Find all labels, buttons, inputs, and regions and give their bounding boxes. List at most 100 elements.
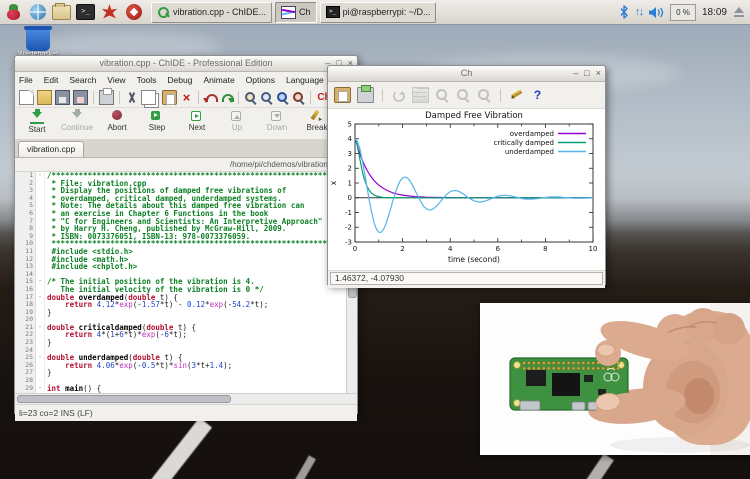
file-manager-icon[interactable] [51, 2, 72, 23]
tab-vibration-cpp[interactable]: vibration.cpp [18, 141, 85, 157]
delete-icon[interactable]: × [180, 91, 193, 104]
toolbar-separator [382, 88, 383, 102]
taskbar-button-ch[interactable]: Ch [275, 1, 317, 23]
maximize-icon[interactable]: □ [584, 66, 589, 81]
wolfram-icon[interactable] [123, 2, 144, 23]
network-updown-icon[interactable]: ↑↓ [635, 6, 644, 18]
ch-titlebar[interactable]: Ch – □ × [328, 66, 605, 82]
clock[interactable]: 18:09 [702, 7, 727, 18]
fold-marker [36, 256, 44, 264]
fold-marker[interactable]: - [36, 172, 44, 180]
menu-options[interactable]: Options [246, 75, 275, 85]
paste-icon[interactable] [162, 89, 177, 105]
chide-menubar: File Edit Search View Tools Debug Animate Optio… [15, 72, 357, 87]
pen-icon[interactable] [509, 88, 524, 102]
debug-next-button[interactable]: Next [177, 109, 217, 132]
abort-icon [110, 109, 124, 122]
line-number-gutter: 1 2 3 4 5 6 7 8 9 10 11 12 13 14 15 16 17 18 19 20 21 22 23 24 2… [15, 172, 36, 393]
redo-icon[interactable] [220, 91, 234, 104]
taskbar-button-terminal[interactable]: >_ pi@raspberrypi: ~/D... [319, 1, 437, 23]
web-browser-icon[interactable] [27, 2, 48, 23]
eject-icon[interactable] [733, 6, 745, 18]
menu-view[interactable]: View [107, 75, 125, 85]
fold-marker [36, 331, 44, 339]
taskbar-button-chide[interactable]: vibration.cpp - ChIDE... [151, 1, 273, 23]
chide-titlebar[interactable]: vibration.cpp - ChIDE - Professional Edi… [15, 56, 357, 72]
debug-up-button: Up [217, 109, 257, 132]
minimize-icon[interactable]: – [573, 66, 578, 81]
menu-edit[interactable]: Edit [44, 75, 59, 85]
series-overdamped [354, 138, 593, 199]
menu-language[interactable]: Language [286, 75, 324, 85]
print-icon[interactable] [99, 87, 114, 105]
code-line: } [47, 368, 52, 378]
debug-button-label: Start [28, 125, 46, 134]
mini-hdmi-port [519, 400, 541, 411]
menu-file[interactable]: File [19, 75, 33, 85]
continue-icon [70, 109, 84, 122]
open-icon[interactable] [37, 89, 52, 105]
mathematica-icon[interactable] [99, 2, 120, 23]
fold-marker [36, 362, 44, 370]
debug-start-button[interactable]: Start [17, 109, 57, 134]
debug-button-label: Abort [107, 123, 127, 132]
bluetooth-icon[interactable] [619, 5, 629, 19]
zoomreset-icon [477, 88, 492, 102]
soc-chip [552, 373, 580, 396]
fold-marker[interactable]: - [36, 323, 44, 332]
wastebasket-icon[interactable]: Wastebasket [16, 26, 60, 58]
x-tick-label: 8 [543, 245, 547, 253]
road-line [143, 417, 213, 479]
menu-tools[interactable]: Tools [137, 75, 157, 85]
taskbar-button-label: vibration.cpp - ChIDE... [173, 7, 267, 17]
saveas-icon[interactable] [73, 89, 88, 105]
fold-marker [36, 195, 44, 203]
fold-marker[interactable]: - [36, 278, 44, 286]
menu-animate[interactable]: Animate [203, 75, 234, 85]
copy-icon[interactable] [334, 87, 351, 103]
print-icon[interactable] [357, 85, 374, 103]
code-editor[interactable]: 1 2 3 4 5 6 7 8 9 10 11 12 13 14 15 16 17 18 19 20 21 22 23 24 2… [15, 172, 357, 393]
terminal-icon[interactable]: >_ [75, 2, 96, 23]
code-text[interactable]: /***************************************… [45, 172, 357, 393]
help-icon[interactable]: ? [530, 88, 545, 102]
fold-marker[interactable]: - [36, 384, 44, 393]
debug-abort-button[interactable]: Abort [97, 109, 137, 132]
fold-marker [36, 233, 44, 241]
undo-icon[interactable] [203, 91, 218, 104]
scrollbar-thumb[interactable] [17, 395, 232, 403]
volume-icon[interactable] [648, 6, 664, 19]
replace-icon[interactable] [292, 91, 305, 104]
cpu-usage-monitor[interactable]: 0 % [669, 3, 696, 21]
close-icon[interactable]: × [596, 66, 601, 81]
fold-marker[interactable]: - [36, 293, 44, 302]
toolbar-separator [310, 90, 311, 104]
fold-marker [36, 263, 44, 271]
editor-horizontal-scrollbar[interactable] [15, 393, 357, 404]
up-icon [230, 109, 244, 122]
save-icon[interactable] [55, 89, 70, 105]
fold-margin[interactable]: - - - - - - [36, 172, 45, 393]
y-tick-label: 4 [348, 135, 353, 143]
y-tick-label: 1 [348, 179, 352, 187]
y-tick-label: 3 [348, 150, 352, 158]
raspberry-menu-icon[interactable] [3, 2, 24, 23]
y-tick-label: 0 [348, 194, 352, 202]
menu-debug[interactable]: Debug [167, 75, 192, 85]
copy-icon[interactable] [141, 89, 156, 105]
cut-icon[interactable] [125, 91, 138, 104]
findnext-icon[interactable] [276, 91, 289, 104]
zoomin-icon [435, 88, 450, 102]
debug-button-label: Down [266, 123, 288, 132]
chide-debug-toolbar: Start Continue Abort Step Next Up Down Break [15, 108, 357, 140]
fold-marker [36, 187, 44, 195]
new-icon[interactable] [19, 89, 34, 105]
x-tick-label: 6 [496, 245, 501, 253]
debug-step-button[interactable]: Step [137, 109, 177, 132]
debug-button-label: Continue [60, 123, 94, 132]
fold-marker[interactable]: - [36, 354, 44, 362]
findfiles-icon[interactable] [244, 91, 257, 104]
find-icon[interactable] [260, 91, 273, 104]
toolbar-separator [198, 90, 199, 104]
menu-search[interactable]: Search [69, 75, 96, 85]
